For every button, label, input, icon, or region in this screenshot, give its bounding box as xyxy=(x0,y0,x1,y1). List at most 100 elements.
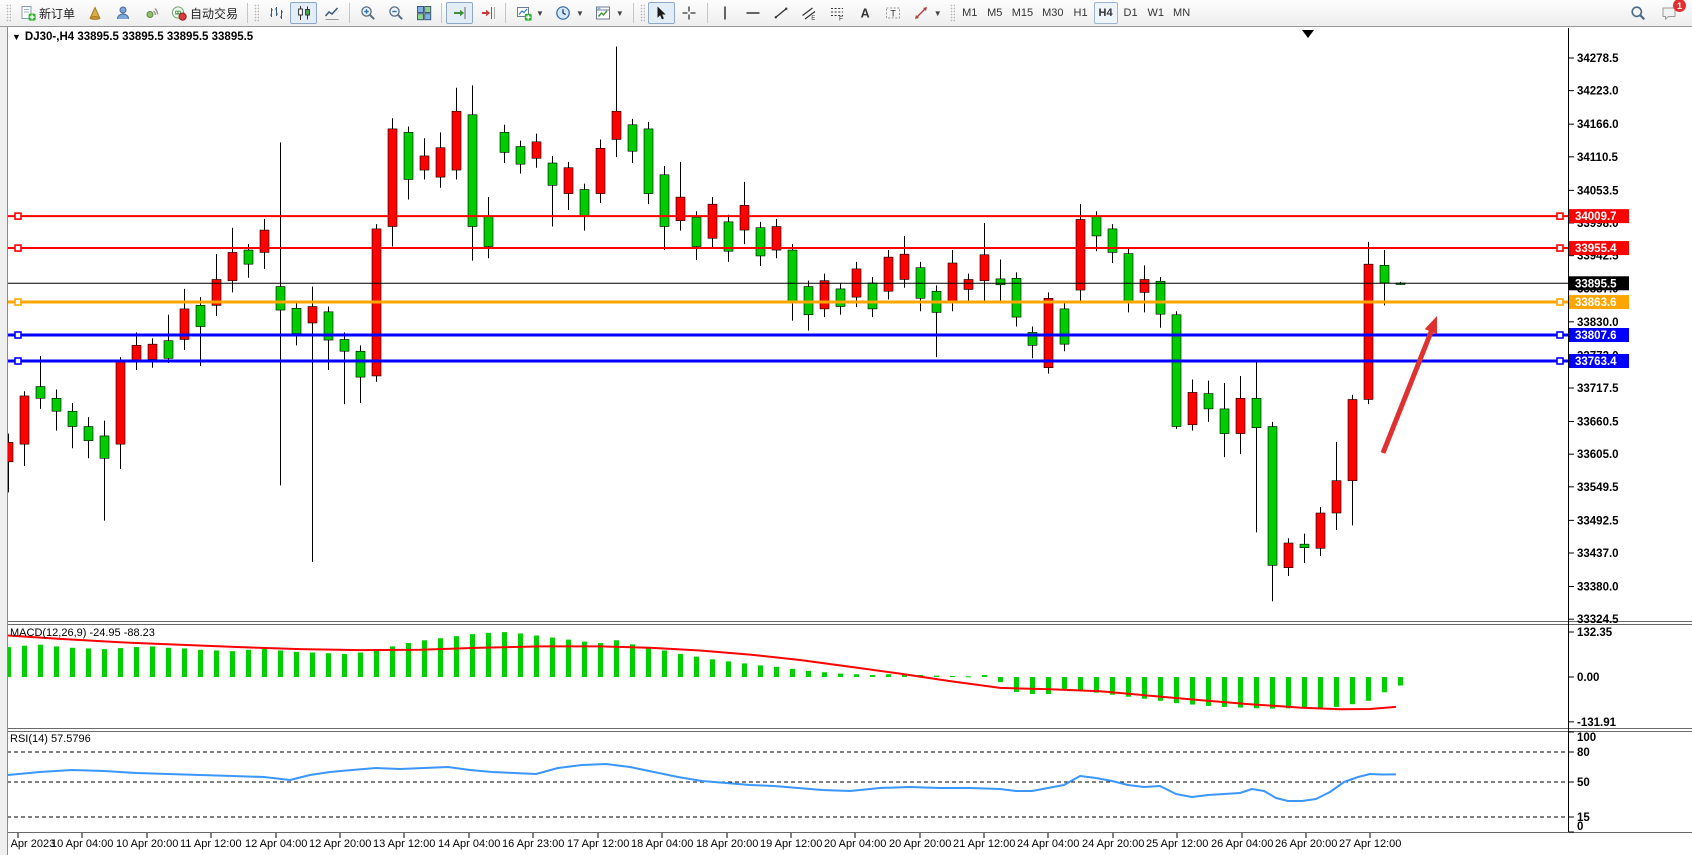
svg-text:10 Apr 04:00: 10 Apr 04:00 xyxy=(51,838,113,850)
crosshair-button[interactable] xyxy=(676,2,703,24)
accounts-button[interactable] xyxy=(109,2,136,24)
svg-text:33763.4: 33763.4 xyxy=(1575,356,1617,368)
candle xyxy=(1156,281,1165,314)
line-chart-button[interactable] xyxy=(318,2,345,24)
channel-button[interactable]: E xyxy=(796,2,823,24)
auto-scroll-button[interactable] xyxy=(446,2,473,24)
toolbar-grip[interactable] xyxy=(950,4,955,22)
candle xyxy=(884,257,893,291)
macd-bar xyxy=(662,650,667,677)
arrows-dropdown[interactable]: ▼ xyxy=(908,2,947,24)
bar-chart-button[interactable] xyxy=(262,2,289,24)
svg-text:A: A xyxy=(861,7,870,21)
period-w1[interactable]: W1 xyxy=(1144,2,1169,24)
search-icon xyxy=(1629,5,1646,22)
candle xyxy=(1348,399,1357,480)
candle xyxy=(1044,298,1053,367)
candle xyxy=(772,227,781,251)
macd-bar xyxy=(22,646,27,677)
candle xyxy=(36,387,45,399)
svg-text:14 Apr 04:00: 14 Apr 04:00 xyxy=(438,838,500,850)
chat-button[interactable]: 1 xyxy=(1655,2,1682,24)
chart-shift-icon xyxy=(479,5,496,22)
period-mn[interactable]: MN xyxy=(1169,2,1194,24)
toolbar-grip[interactable] xyxy=(6,4,11,22)
svg-text:33955.4: 33955.4 xyxy=(1575,243,1617,255)
macd-bar xyxy=(470,634,475,677)
chart-shift-button[interactable] xyxy=(474,2,501,24)
macd-bar xyxy=(454,636,459,677)
svg-text:33863.6: 33863.6 xyxy=(1575,297,1617,309)
chart-canvas[interactable]: 34278.534223.034166.034110.534053.533998… xyxy=(0,0,1692,855)
macd-bar xyxy=(678,654,683,677)
horizontal-line-button[interactable] xyxy=(740,2,767,24)
candle xyxy=(1316,513,1325,548)
period-m30[interactable]: M30 xyxy=(1038,2,1067,24)
period-m5[interactable]: M5 xyxy=(983,2,1007,24)
svg-text:33807.6: 33807.6 xyxy=(1575,330,1617,342)
collapse-arrow-icon: ▼ xyxy=(12,32,21,42)
new-order-button[interactable]: 新订单 xyxy=(14,2,80,24)
chevron-down-icon: ▼ xyxy=(536,9,544,18)
period-m15[interactable]: M15 xyxy=(1008,2,1037,24)
svg-text:26 Apr 04:00: 26 Apr 04:00 xyxy=(1211,838,1273,850)
macd-bar xyxy=(1174,677,1179,703)
trendline-button[interactable] xyxy=(768,2,795,24)
market-watch-button[interactable] xyxy=(81,2,108,24)
price-tag: 33863.6 xyxy=(1569,295,1629,309)
periods-dropdown[interactable]: ▼ xyxy=(550,2,589,24)
fibonacci-button[interactable]: F xyxy=(824,2,851,24)
svg-text:21 Apr 12:00: 21 Apr 12:00 xyxy=(953,838,1015,850)
macd-bar xyxy=(934,676,939,677)
candle xyxy=(1172,315,1181,427)
text-button[interactable]: A xyxy=(852,2,879,24)
auto-trading-icon xyxy=(170,5,187,22)
candle xyxy=(516,147,525,165)
channel-icon: E xyxy=(801,5,818,22)
macd-bar xyxy=(1014,677,1019,692)
macd-bar xyxy=(1030,677,1035,694)
macd-bar xyxy=(278,650,283,677)
tile-windows-button[interactable] xyxy=(410,2,437,24)
candle xyxy=(244,250,253,264)
svg-text:33324.5: 33324.5 xyxy=(1577,614,1619,626)
period-h1[interactable]: H1 xyxy=(1069,2,1093,24)
macd-bar xyxy=(358,653,363,677)
svg-text:34166.0: 34166.0 xyxy=(1577,119,1619,131)
macd-bar xyxy=(86,648,91,677)
indicators-dropdown[interactable]: ▼ xyxy=(510,2,549,24)
chart-title[interactable]: ▼DJ30-,H4 33895.5 33895.5 33895.5 33895.… xyxy=(12,31,253,43)
period-d1[interactable]: D1 xyxy=(1119,2,1143,24)
macd-bar xyxy=(694,657,699,677)
candle xyxy=(1124,254,1133,302)
macd-bar xyxy=(806,671,811,677)
svg-text:11 Apr 12:00: 11 Apr 12:00 xyxy=(180,838,242,850)
macd-bar xyxy=(1382,677,1387,692)
macd-bar xyxy=(1302,677,1307,708)
svg-text:26 Apr 20:00: 26 Apr 20:00 xyxy=(1275,838,1337,850)
vertical-line-button[interactable] xyxy=(712,2,739,24)
svg-text:33895.5: 33895.5 xyxy=(1575,278,1617,290)
auto-trading-button[interactable]: 自动交易 xyxy=(165,2,243,24)
candle xyxy=(1364,264,1373,399)
cursor-button[interactable] xyxy=(648,2,675,24)
candle xyxy=(612,111,621,139)
toolbar-grip[interactable] xyxy=(254,4,259,22)
period-h4[interactable]: H4 xyxy=(1094,2,1118,24)
price-tag: 33807.6 xyxy=(1569,328,1629,342)
svg-text:33549.5: 33549.5 xyxy=(1577,482,1619,494)
candle xyxy=(292,308,301,333)
zoom-out-button[interactable] xyxy=(382,2,409,24)
macd-bar xyxy=(342,654,347,677)
search-button[interactable] xyxy=(1624,2,1651,24)
label-button[interactable]: T xyxy=(880,2,907,24)
candlestick-chart-button[interactable] xyxy=(290,2,317,24)
svg-text:12 Apr 20:00: 12 Apr 20:00 xyxy=(309,838,371,850)
candle xyxy=(276,287,285,311)
period-m1[interactable]: M1 xyxy=(958,2,982,24)
toolbar-grip[interactable] xyxy=(640,4,645,22)
templates-dropdown[interactable]: ▼ xyxy=(590,2,629,24)
signals-button[interactable] xyxy=(137,2,164,24)
zoom-in-button[interactable] xyxy=(354,2,381,24)
candle xyxy=(1092,216,1101,236)
